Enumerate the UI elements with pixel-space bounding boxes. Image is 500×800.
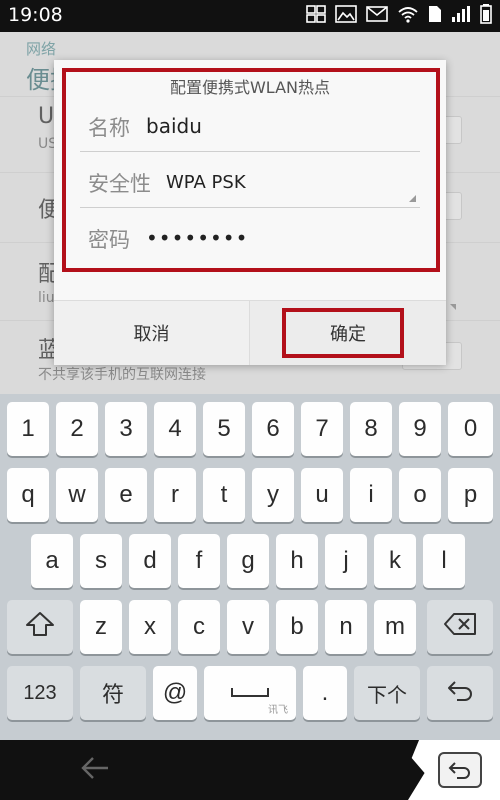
wlan-hotspot-dialog: 配置便携式WLAN热点 名称 baidu 安全性 WPA PSK 密码 ••••… (54, 60, 446, 365)
key-0[interactable]: 0 (448, 402, 493, 456)
key-l[interactable]: l (423, 534, 465, 588)
mail-icon (366, 5, 388, 27)
space-key[interactable]: 讯飞 (204, 666, 296, 720)
wifi-icon (397, 5, 419, 27)
highlight-box-ok (282, 308, 404, 358)
shift-icon (25, 611, 55, 644)
key-8[interactable]: 8 (350, 402, 392, 456)
key-y[interactable]: y (252, 468, 294, 522)
key-5[interactable]: 5 (203, 402, 245, 456)
highlight-box-fields (62, 68, 440, 272)
key-w[interactable]: w (56, 468, 98, 522)
key-b[interactable]: b (276, 600, 318, 654)
settings-row-title: U (38, 104, 55, 129)
navigation-bar (0, 740, 500, 800)
enter-key[interactable] (427, 666, 493, 720)
key-6[interactable]: 6 (252, 402, 294, 456)
delete-key[interactable] (427, 600, 493, 654)
space-bar-icon (230, 679, 270, 707)
key-3[interactable]: 3 (105, 402, 147, 456)
shift-key[interactable] (7, 600, 73, 654)
key-m[interactable]: m (374, 600, 416, 654)
input-method-brand: 讯飞 (268, 705, 288, 716)
key-j[interactable]: j (325, 534, 367, 588)
next-key[interactable]: 下个 (354, 666, 420, 720)
key-h[interactable]: h (276, 534, 318, 588)
key-a[interactable]: a (31, 534, 73, 588)
key-1[interactable]: 1 (7, 402, 49, 456)
return-icon (445, 678, 475, 709)
return-icon[interactable] (438, 752, 482, 788)
settings-row-subtitle: 不共享该手机的互联网连接 (38, 367, 206, 383)
soft-keyboard: 1 2 3 4 5 6 7 8 9 0 q w e r t y u i o p … (0, 394, 500, 740)
symbols-key[interactable]: 符 (80, 666, 146, 720)
settings-row-subtitle: liu (38, 290, 55, 306)
key-z[interactable]: z (80, 600, 122, 654)
gallery-icon (335, 5, 357, 27)
key-7[interactable]: 7 (301, 402, 343, 456)
status-icons (306, 4, 492, 28)
key-i[interactable]: i (350, 468, 392, 522)
key-k[interactable]: k (374, 534, 416, 588)
key-q[interactable]: q (7, 468, 49, 522)
status-bar: 19:08 (0, 0, 500, 32)
key-r[interactable]: r (154, 468, 196, 522)
key-t[interactable]: t (203, 468, 245, 522)
key-c[interactable]: c (178, 600, 220, 654)
battery-icon (480, 4, 492, 28)
backspace-icon (443, 612, 477, 643)
dot-key[interactable]: . (303, 666, 347, 720)
key-n[interactable]: n (325, 600, 367, 654)
numbers-key[interactable]: 123 (7, 666, 73, 720)
signal-icon (451, 5, 471, 27)
key-9[interactable]: 9 (399, 402, 441, 456)
settings-back-label[interactable]: 网络 (26, 38, 56, 59)
key-d[interactable]: d (129, 534, 171, 588)
key-2[interactable]: 2 (56, 402, 98, 456)
back-arrow-icon[interactable] (80, 754, 110, 789)
key-u[interactable]: u (301, 468, 343, 522)
key-v[interactable]: v (227, 600, 269, 654)
key-g[interactable]: g (227, 534, 269, 588)
key-s[interactable]: s (80, 534, 122, 588)
cancel-button[interactable]: 取消 (54, 301, 250, 365)
at-key[interactable]: @ (153, 666, 197, 720)
key-o[interactable]: o (399, 468, 441, 522)
key-f[interactable]: f (178, 534, 220, 588)
status-time: 19:08 (8, 4, 63, 26)
screenshot-icon (306, 5, 326, 27)
key-4[interactable]: 4 (154, 402, 196, 456)
key-e[interactable]: e (105, 468, 147, 522)
sim-icon (428, 5, 442, 27)
key-p[interactable]: p (448, 468, 493, 522)
key-x[interactable]: x (129, 600, 171, 654)
dropdown-arrow-icon (450, 304, 456, 310)
